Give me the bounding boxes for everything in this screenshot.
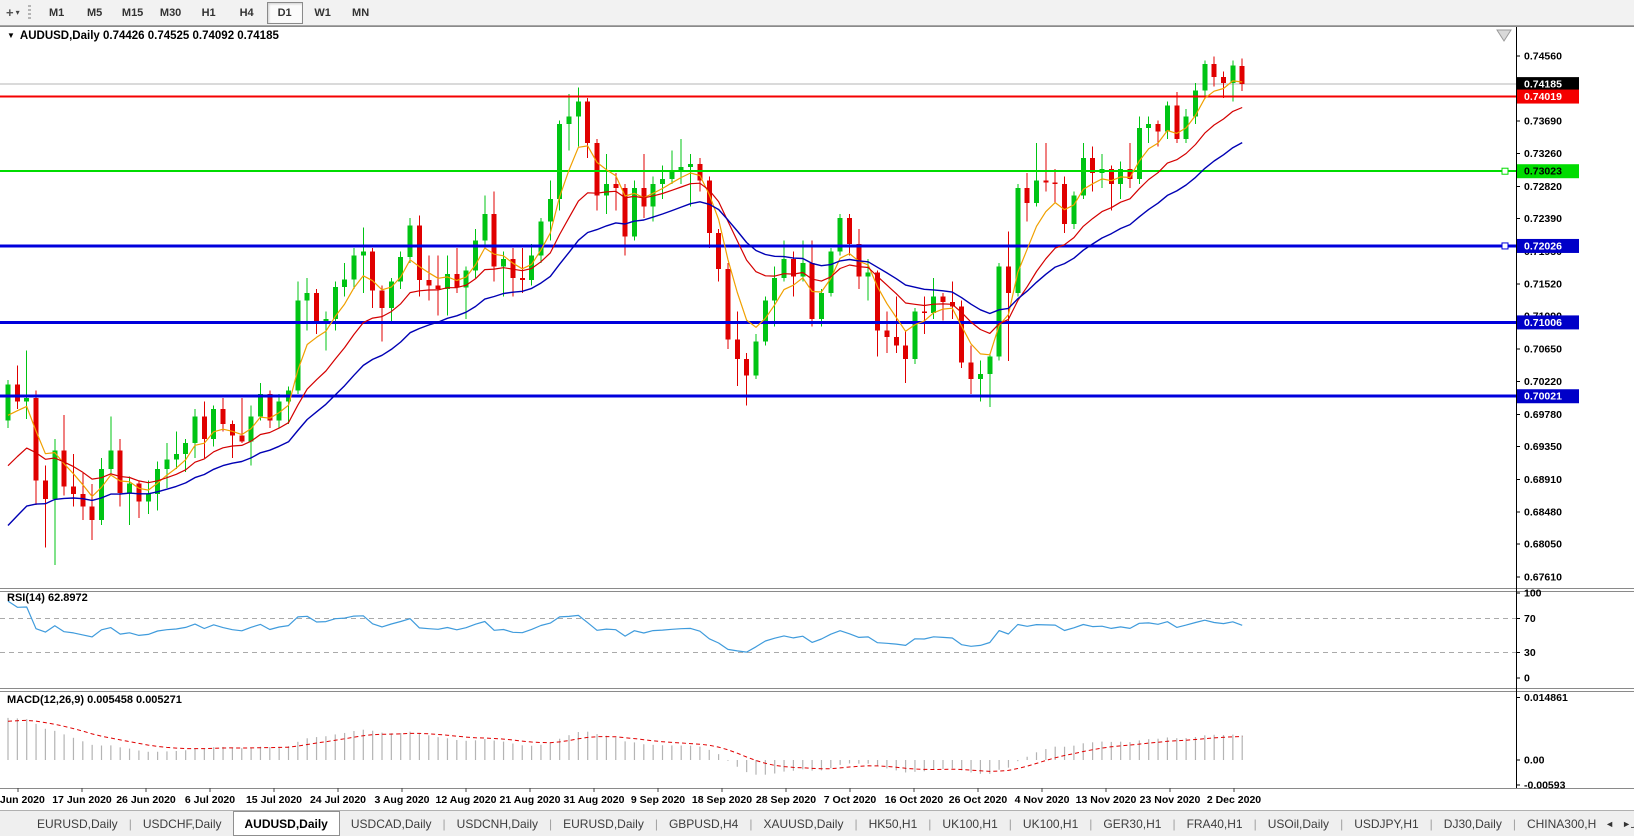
tab-ger30-h1[interactable]: GER30,H1 [1092, 812, 1172, 836]
svg-text:8 Jun 2020: 8 Jun 2020 [0, 794, 45, 806]
mt4-window: + ▾ M1M5M15M30H1H4D1W1MN 0.745600.736900… [0, 0, 1634, 836]
svg-text:0.74560: 0.74560 [1524, 51, 1562, 63]
chart-title-text: AUDUSD,Daily 0.74426 0.74525 0.74092 0.7… [20, 30, 279, 42]
svg-text:-0.00593: -0.00593 [1524, 779, 1566, 791]
svg-text:30: 30 [1524, 647, 1536, 659]
tab-fra40-h1[interactable]: FRA40,H1 [1176, 812, 1254, 836]
svg-text:3 Aug 2020: 3 Aug 2020 [374, 794, 429, 806]
svg-text:70: 70 [1524, 613, 1536, 625]
timeframe-button-h4[interactable]: H4 [229, 2, 265, 24]
svg-text:0.74185: 0.74185 [1524, 79, 1562, 91]
svg-text:7 Oct 2020: 7 Oct 2020 [824, 794, 877, 806]
toolbar-grip [28, 5, 31, 21]
timeframe-button-m30[interactable]: M30 [153, 2, 189, 24]
tab-eurusd-daily[interactable]: EURUSD,Daily [26, 812, 129, 836]
current-price-line-price-box: 0.74185 [1517, 77, 1579, 91]
svg-text:21 Aug 2020: 21 Aug 2020 [500, 794, 561, 806]
svg-text:18 Sep 2020: 18 Sep 2020 [692, 794, 752, 806]
svg-text:15 Jul 2020: 15 Jul 2020 [246, 794, 302, 806]
tab-uk100-h1[interactable]: UK100,H1 [931, 812, 1008, 836]
tab-usdjpy-h1[interactable]: USDJPY,H1 [1343, 812, 1429, 836]
tab-usdcnh-daily[interactable]: USDCNH,Daily [446, 812, 549, 836]
svg-text:13 Nov 2020: 13 Nov 2020 [1076, 794, 1137, 806]
tab-xauusd-daily[interactable]: XAUUSD,Daily [752, 812, 854, 836]
timeframe-button-m5[interactable]: M5 [77, 2, 113, 24]
svg-text:0.70021: 0.70021 [1524, 391, 1562, 403]
svg-text:31 Aug 2020: 31 Aug 2020 [564, 794, 625, 806]
svg-text:0.72820: 0.72820 [1524, 181, 1562, 193]
horizontal-line-blue-3-price-box: 0.70021 [1517, 389, 1579, 403]
chevron-down-icon: ▾ [16, 8, 20, 17]
svg-text:0.73690: 0.73690 [1524, 116, 1562, 128]
svg-text:0.72026: 0.72026 [1524, 240, 1562, 252]
tab-uk100-h1[interactable]: UK100,H1 [1012, 812, 1089, 836]
macd-indicator-label: MACD(12,26,9) 0.005458 0.005271 [7, 694, 182, 706]
timeframe-button-d1[interactable]: D1 [267, 2, 303, 24]
symbol-tabs: EURUSD,Daily|USDCHF,DailyAUDUSD,DailyUSD… [26, 811, 1634, 836]
chart-menu-icon: ▼ [7, 31, 15, 40]
svg-text:0.74019: 0.74019 [1524, 91, 1562, 103]
svg-text:0.00: 0.00 [1524, 755, 1545, 767]
horizontal-line-blue-1-price-box: 0.72026 [1517, 239, 1579, 253]
svg-text:0.68050: 0.68050 [1524, 538, 1562, 550]
chart-canvas[interactable]: 0.745600.736900.732600.728200.723900.719… [0, 0, 1634, 836]
horizontal-line-blue-1-handle[interactable] [1502, 243, 1508, 249]
tab-audusd-daily[interactable]: AUDUSD,Daily [233, 811, 340, 836]
svg-text:0.71006: 0.71006 [1524, 317, 1562, 329]
timeframe-button-m1[interactable]: M1 [39, 2, 75, 24]
symbol-tabbar: EURUSD,Daily|USDCHF,DailyAUDUSD,DailyUSD… [0, 810, 1634, 836]
horizontal-line-green-price-box: 0.73023 [1517, 164, 1579, 178]
svg-text:0.69780: 0.69780 [1524, 409, 1562, 421]
svg-text:0.73260: 0.73260 [1524, 148, 1562, 160]
svg-text:9 Sep 2020: 9 Sep 2020 [631, 794, 685, 806]
crosshair-icon: + [6, 6, 14, 19]
svg-text:0.71520: 0.71520 [1524, 278, 1562, 290]
chart-title: ▼ AUDUSD,Daily 0.74426 0.74525 0.74092 0.… [7, 30, 279, 42]
cursor-tool-button[interactable]: + ▾ [0, 2, 26, 24]
tabs-scroll-right-button[interactable]: ► [1622, 819, 1631, 829]
svg-text:0.67610: 0.67610 [1524, 571, 1562, 583]
svg-text:2 Dec 2020: 2 Dec 2020 [1207, 794, 1261, 806]
svg-text:0: 0 [1524, 673, 1530, 685]
svg-text:0.72390: 0.72390 [1524, 213, 1562, 225]
timeframe-button-mn[interactable]: MN [343, 2, 379, 24]
horizontal-line-green-handle[interactable] [1502, 168, 1508, 174]
tab-usdchf-daily[interactable]: USDCHF,Daily [132, 812, 233, 836]
toolbar: + ▾ M1M5M15M30H1H4D1W1MN [0, 0, 1634, 26]
horizontal-line-red-price-box: 0.74019 [1517, 90, 1579, 104]
timeframe-button-m15[interactable]: M15 [115, 2, 151, 24]
svg-text:26 Oct 2020: 26 Oct 2020 [949, 794, 1008, 806]
tab-eurusd-daily[interactable]: EURUSD,Daily [552, 812, 655, 836]
svg-text:23 Nov 2020: 23 Nov 2020 [1140, 794, 1201, 806]
svg-text:0.68910: 0.68910 [1524, 474, 1562, 486]
tab-usoil-daily[interactable]: USOil,Daily [1257, 812, 1340, 836]
svg-text:0.69350: 0.69350 [1524, 441, 1562, 453]
tab-dj30-daily[interactable]: DJ30,Daily [1433, 812, 1513, 836]
svg-text:0.70220: 0.70220 [1524, 376, 1562, 388]
svg-text:17 Jun 2020: 17 Jun 2020 [52, 794, 112, 806]
tab-gbpusd-h4[interactable]: GBPUSD,H4 [658, 812, 749, 836]
tab-scroll-controls: ◄ ► [1597, 811, 1631, 836]
svg-text:28 Sep 2020: 28 Sep 2020 [756, 794, 816, 806]
svg-text:6 Jul 2020: 6 Jul 2020 [185, 794, 235, 806]
svg-text:0.014861: 0.014861 [1524, 692, 1568, 704]
tab-hk50-h1[interactable]: HK50,H1 [858, 812, 929, 836]
svg-text:0.68480: 0.68480 [1524, 506, 1562, 518]
svg-text:24 Jul 2020: 24 Jul 2020 [310, 794, 366, 806]
svg-text:0.73023: 0.73023 [1524, 166, 1562, 178]
svg-text:100: 100 [1524, 588, 1542, 600]
svg-text:12 Aug 2020: 12 Aug 2020 [436, 794, 497, 806]
svg-text:0.70650: 0.70650 [1524, 344, 1562, 356]
svg-text:16 Oct 2020: 16 Oct 2020 [885, 794, 944, 806]
svg-text:4 Nov 2020: 4 Nov 2020 [1015, 794, 1070, 806]
timeframe-button-w1[interactable]: W1 [305, 2, 341, 24]
timeframe-button-group: M1M5M15M30H1H4D1W1MN [38, 2, 380, 24]
svg-text:26 Jun 2020: 26 Jun 2020 [116, 794, 176, 806]
rsi-indicator-label: RSI(14) 62.8972 [7, 592, 88, 604]
horizontal-line-blue-2-price-box: 0.71006 [1517, 315, 1579, 329]
tabs-scroll-left-button[interactable]: ◄ [1605, 819, 1614, 829]
timeframe-button-h1[interactable]: H1 [191, 2, 227, 24]
tab-usdcad-daily[interactable]: USDCAD,Daily [340, 812, 443, 836]
